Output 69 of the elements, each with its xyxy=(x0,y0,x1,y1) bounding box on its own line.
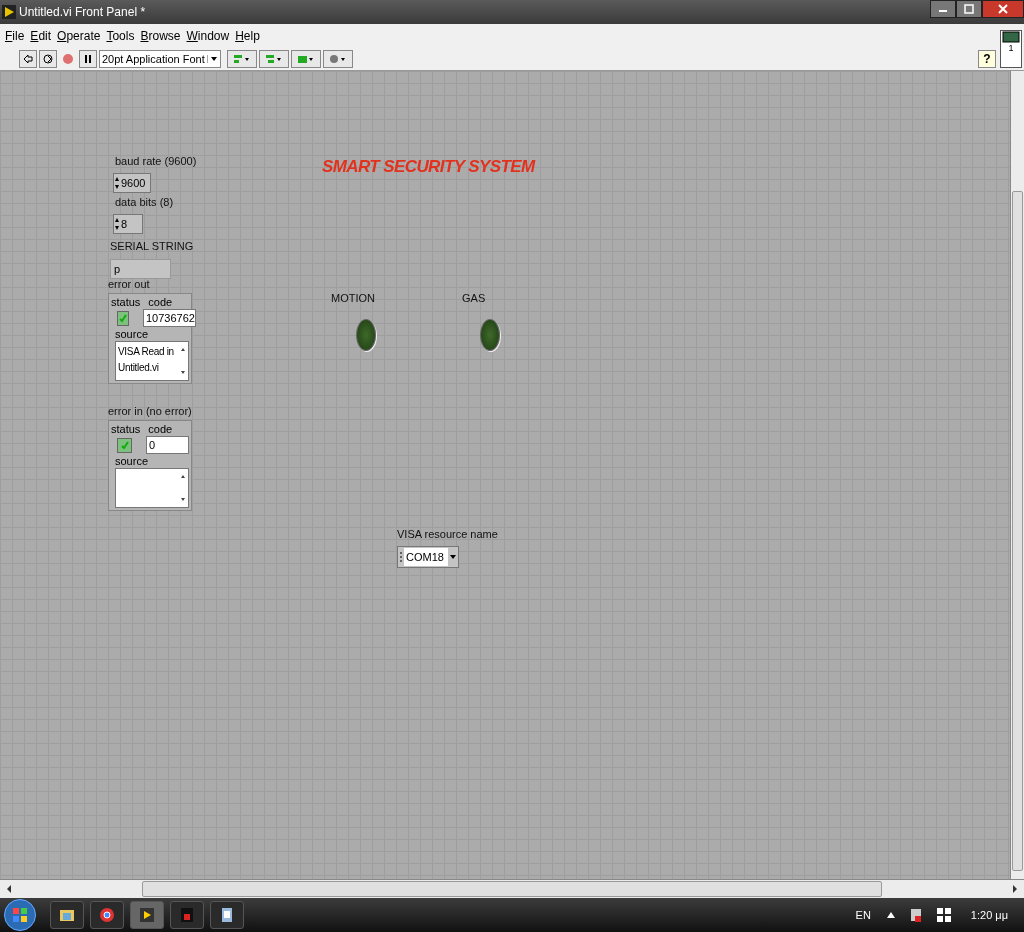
menu-item[interactable]: Edit xyxy=(27,28,55,43)
panel-title: SMART SECURITY SYSTEM xyxy=(322,157,535,177)
scroll-right-icon[interactable] xyxy=(1012,885,1018,893)
control-label: SERIAL STRING xyxy=(110,240,194,252)
scroll-left-icon[interactable] xyxy=(6,885,12,893)
windows-flag-icon[interactable] xyxy=(936,908,951,922)
close-button[interactable] xyxy=(982,0,1024,18)
control-label: data bits (8) xyxy=(115,196,174,208)
increment-arrows-icon[interactable] xyxy=(115,216,119,232)
code-field: 10736762 xyxy=(143,309,196,327)
scroll-arrows-icon[interactable] xyxy=(180,346,186,376)
document-icon[interactable] xyxy=(210,901,244,929)
source-text: VISA Read in Untitled.vi xyxy=(117,345,175,375)
numeric-value: 9600 xyxy=(120,177,146,189)
visa-value: COM18 xyxy=(404,548,448,566)
led-label: GAS xyxy=(462,292,486,304)
dropdown-arrow-icon xyxy=(206,54,218,63)
maximize-button[interactable] xyxy=(956,0,982,18)
code-field: 0 xyxy=(146,436,189,454)
vertical-scrollbar[interactable] xyxy=(1010,71,1024,879)
start-button[interactable] xyxy=(4,899,36,931)
font-name: 20pt Application Font xyxy=(102,52,205,65)
cluster-label: error in (no error) xyxy=(108,405,192,417)
status-label: status xyxy=(111,423,141,435)
scroll-thumb[interactable] xyxy=(142,881,882,897)
font-dropdown[interactable]: 20pt Application Font xyxy=(99,49,221,68)
source-label: source xyxy=(115,328,150,340)
control-label: baud rate (9600) xyxy=(115,155,197,167)
app-icon[interactable] xyxy=(170,901,204,929)
windows-logo-icon xyxy=(12,907,28,923)
tray-arrow-icon[interactable] xyxy=(886,912,895,918)
resize-icon[interactable] xyxy=(290,49,321,68)
code-label: code xyxy=(148,423,173,435)
network-icon[interactable] xyxy=(908,907,923,923)
maximize-icon xyxy=(964,4,974,14)
close-icon xyxy=(998,4,1008,14)
status-label: status xyxy=(111,296,141,308)
pause-icon[interactable] xyxy=(79,49,97,68)
reorder-icon[interactable] xyxy=(322,49,353,68)
menu-item[interactable]: Tools xyxy=(103,28,138,43)
increment-arrows-icon[interactable] xyxy=(115,175,119,191)
menu-item[interactable]: Window xyxy=(183,28,233,43)
control-label: VISA resource name xyxy=(397,528,498,540)
menu-item[interactable]: File xyxy=(2,28,28,43)
folder-icon[interactable] xyxy=(50,901,84,929)
visa-icon xyxy=(399,550,403,564)
code-label: code xyxy=(148,296,173,308)
labview-icon[interactable] xyxy=(130,901,164,929)
align-icon[interactable] xyxy=(226,49,257,68)
window-title: Untitled.vi Front Panel * xyxy=(19,5,146,19)
string-indicator: p xyxy=(110,259,171,279)
scroll-arrows-icon[interactable] xyxy=(180,473,186,503)
run-continuously-icon[interactable] xyxy=(39,49,57,68)
app-icon xyxy=(2,5,16,19)
menu-item[interactable]: Operate xyxy=(54,28,104,43)
minimize-button[interactable] xyxy=(930,0,956,18)
menu-item[interactable]: Help xyxy=(232,28,263,43)
clock[interactable]: 1:20 μμ xyxy=(970,909,1008,921)
menu-item[interactable]: Browse xyxy=(137,28,184,43)
source-label: source xyxy=(115,455,150,467)
distribute-icon[interactable] xyxy=(258,49,289,68)
numeric-value: 8 xyxy=(120,218,128,230)
cluster-label: error out xyxy=(108,278,150,290)
led-label: MOTION xyxy=(331,292,375,304)
language-indicator[interactable]: EN xyxy=(855,909,871,921)
help-button[interactable]: ? xyxy=(978,49,996,68)
dropdown-arrow-icon[interactable] xyxy=(449,553,457,561)
browser-icon[interactable] xyxy=(90,901,124,929)
vi-icon[interactable]: 1 xyxy=(1000,30,1022,68)
